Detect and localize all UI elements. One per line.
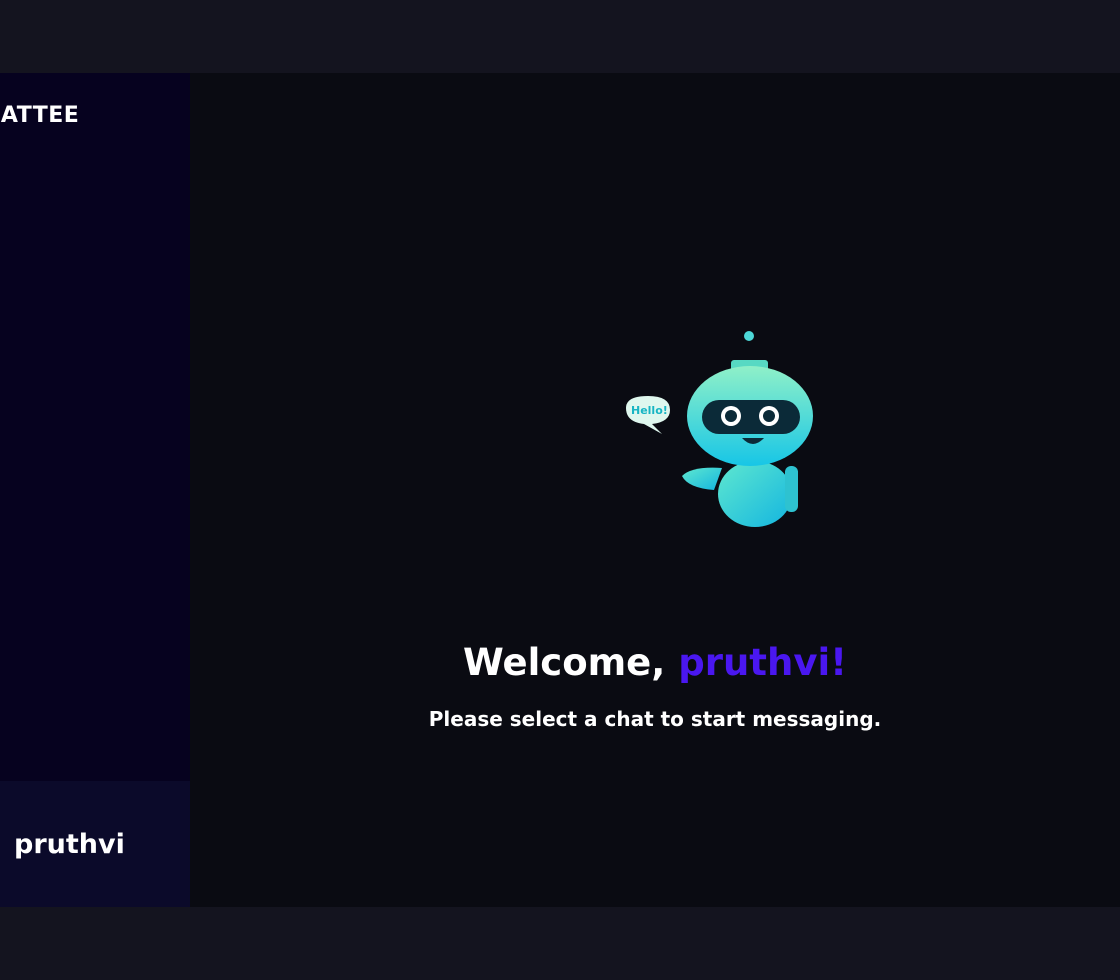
svg-text:Hello!: Hello! xyxy=(631,404,668,417)
welcome-prefix: Welcome, xyxy=(463,641,679,684)
main-welcome-panel: Hello! Welcome, pruthvi! Please select a… xyxy=(190,73,1120,907)
welcome-subtitle: Please select a chat to start messaging. xyxy=(428,707,882,731)
welcome-heading: Welcome, pruthvi! xyxy=(190,641,1120,684)
welcome-user-name: pruthvi! xyxy=(678,641,847,684)
sidebar: HATTEE pruthvi xyxy=(0,73,190,907)
app-brand: HATTEE xyxy=(0,103,80,128)
app-window: HATTEE pruthvi xyxy=(0,73,1120,907)
user-profile-card[interactable]: pruthvi xyxy=(0,781,190,907)
user-name: pruthvi xyxy=(14,828,125,860)
chat-list[interactable] xyxy=(0,143,190,781)
robot-mascot-icon: Hello! xyxy=(626,331,813,527)
